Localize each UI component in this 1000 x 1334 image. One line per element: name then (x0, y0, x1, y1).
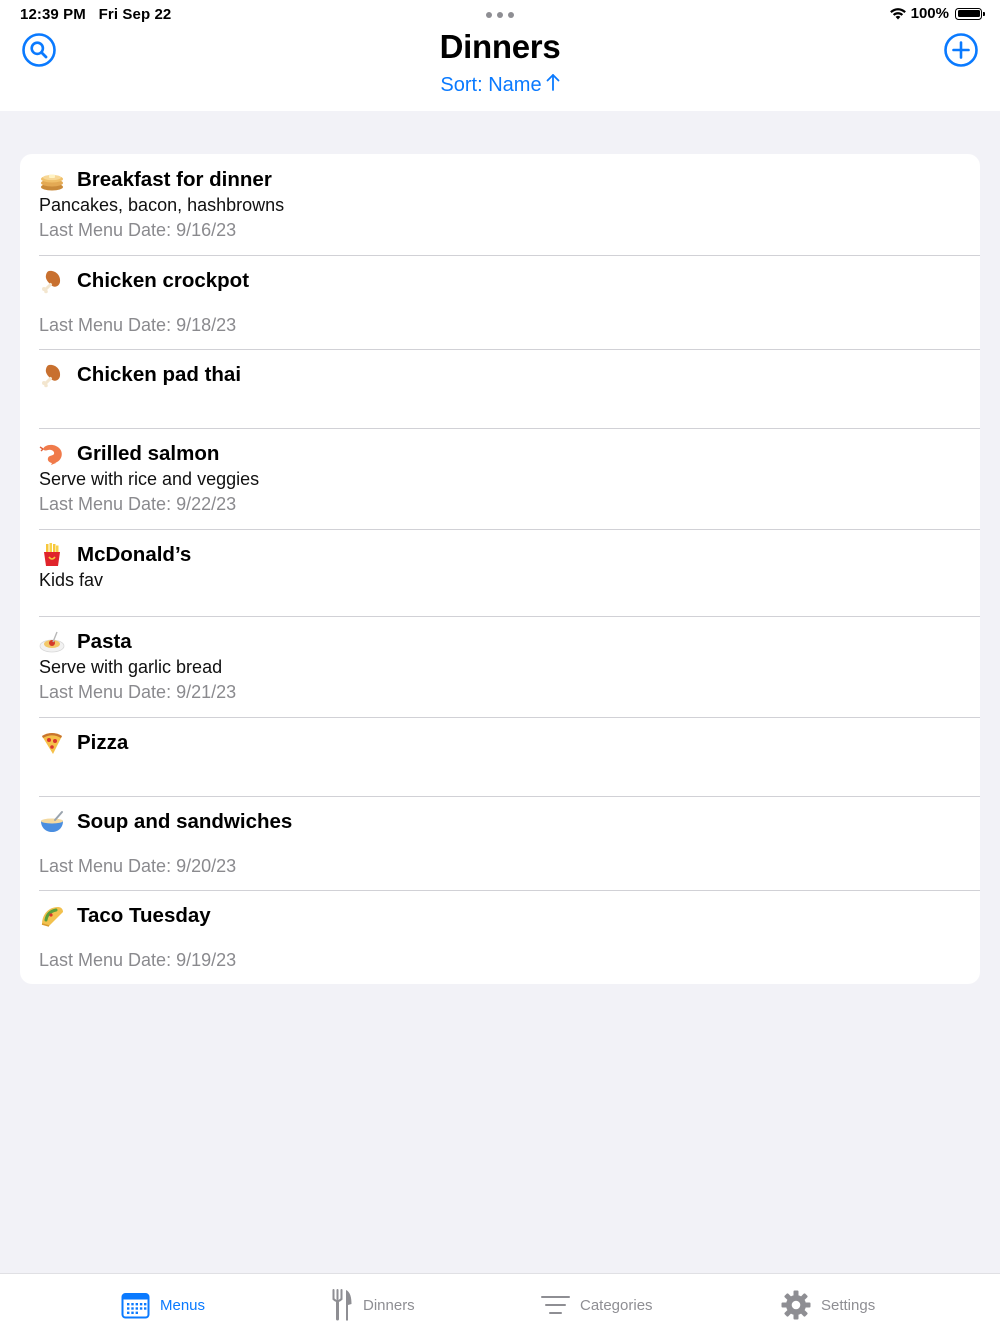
tab-dinners[interactable]: Dinners (331, 1288, 415, 1322)
status-bar-time: 12:39 PM Fri Sep 22 (20, 6, 171, 23)
dinner-row-chicken-crockpot[interactable]: Chicken crockpot Last Menu Date: 9/18/23 (20, 255, 980, 349)
tab-bar: Menus Dinners Categories Settings (0, 1273, 1000, 1334)
tab-menus[interactable]: Menus (121, 1288, 205, 1322)
poultry-leg-icon (39, 362, 65, 388)
poultry-leg-icon (39, 268, 65, 294)
dinner-name: Soup and sandwiches (77, 810, 293, 833)
spaghetti-icon (39, 629, 65, 655)
dinner-row-pasta[interactable]: Pasta Serve with garlic bread Last Menu … (20, 616, 980, 717)
add-circle-icon (944, 33, 978, 67)
gear-icon (781, 1290, 811, 1320)
dinner-row-pizza[interactable]: Pizza (20, 717, 980, 796)
french-fries-icon (39, 542, 65, 568)
tab-label: Categories (580, 1296, 653, 1314)
dinner-title: Pasta (39, 629, 132, 655)
tab-settings[interactable]: Settings (781, 1288, 875, 1322)
dinner-description: Kids fav (39, 570, 104, 590)
tab-label: Menus (160, 1296, 206, 1314)
dinner-row-mcdonalds[interactable]: McDonald’s Kids fav (20, 529, 980, 616)
fork-knife-icon (332, 1289, 352, 1321)
pizza-icon (39, 730, 65, 756)
arrow-up-icon (546, 73, 560, 97)
page-title: Dinners (439, 28, 561, 65)
tab-label: Dinners (363, 1296, 415, 1314)
multitasking-dots[interactable] (486, 12, 514, 18)
dinner-title: Taco Tuesday (39, 903, 211, 929)
dinner-row-soup-and-sandwiches[interactable]: Soup and sandwiches Last Menu Date: 9/20… (20, 796, 980, 890)
status-bar-right: 100% (889, 5, 985, 22)
soup-bowl-icon (39, 809, 65, 835)
dinner-row-breakfast-for-dinner[interactable]: Breakfast for dinner Pancakes, bacon, ha… (20, 154, 980, 255)
dinner-name: Grilled salmon (77, 442, 220, 465)
battery-icon (955, 7, 985, 20)
dinner-name: Chicken crockpot (77, 269, 250, 292)
last-menu-date: Last Menu Date: 9/16/23 (39, 220, 237, 240)
dinner-title: Grilled salmon (39, 441, 219, 467)
dinner-name: Breakfast for dinner (77, 168, 272, 191)
status-time-text: 12:39 PM (20, 6, 86, 23)
dinner-name: Pizza (77, 731, 129, 754)
dinner-description: Serve with rice and veggies (39, 469, 260, 489)
tab-label: Settings (821, 1296, 876, 1314)
dinner-title: Soup and sandwiches (39, 809, 292, 835)
list-lines-icon (541, 1296, 570, 1314)
add-dinner-button[interactable] (944, 33, 978, 67)
calendar-icon (121, 1293, 150, 1319)
dinner-title: Chicken pad thai (39, 362, 241, 388)
dinner-title: Pizza (39, 730, 128, 756)
taco-icon (39, 903, 65, 929)
dinner-description: Serve with garlic bread (39, 657, 223, 677)
battery-percentage: 100% (910, 5, 949, 22)
dinner-name: Taco Tuesday (77, 904, 211, 927)
dinner-name: McDonald’s (77, 543, 192, 566)
last-menu-date: Last Menu Date: 9/18/23 (39, 315, 237, 335)
dinner-title: Chicken crockpot (39, 268, 249, 294)
dinner-name: Pasta (77, 630, 132, 653)
dinner-row-taco-tuesday[interactable]: Taco Tuesday Last Menu Date: 9/19/23 (20, 890, 980, 984)
status-date-text: Fri Sep 22 (98, 6, 172, 23)
wifi-icon (889, 8, 906, 20)
dinner-name: Chicken pad thai (77, 363, 242, 386)
dinner-title: Breakfast for dinner (39, 167, 272, 193)
shrimp-icon (39, 441, 65, 467)
sort-label: Sort: Name (440, 74, 542, 96)
dinner-title: McDonald’s (39, 542, 191, 568)
pancakes-icon (39, 167, 65, 193)
tab-categories[interactable]: Categories (541, 1288, 653, 1322)
last-menu-date: Last Menu Date: 9/21/23 (39, 682, 237, 702)
dinner-row-chicken-pad-thai[interactable]: Chicken pad thai (20, 349, 980, 428)
dinner-description: Pancakes, bacon, hashbrowns (39, 195, 285, 215)
last-menu-date: Last Menu Date: 9/20/23 (39, 856, 237, 876)
dinners-list: Breakfast for dinner Pancakes, bacon, ha… (20, 154, 980, 984)
last-menu-date: Last Menu Date: 9/22/23 (39, 494, 237, 514)
navigation-bar: 12:39 PM Fri Sep 22 100% Dinners Sort: N… (0, 0, 1000, 111)
dinner-row-grilled-salmon[interactable]: Grilled salmon Serve with rice and veggi… (20, 428, 980, 529)
last-menu-date: Last Menu Date: 9/19/23 (39, 950, 237, 970)
sort-button[interactable]: Sort: Name (0, 73, 1000, 97)
